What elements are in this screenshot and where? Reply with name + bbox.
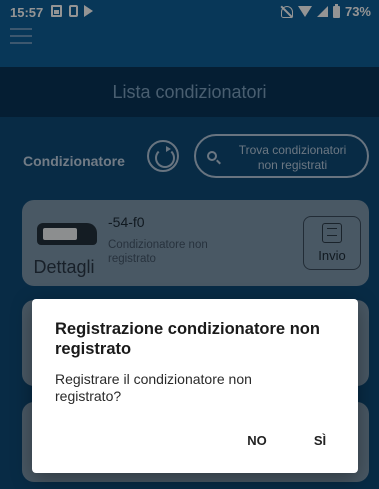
register-dialog: Registrazione condizionatore non registr…: [32, 299, 358, 473]
dialog-title: Registrazione condizionatore non registr…: [55, 320, 320, 358]
dialog-message: Registrare il condizionatore non registr…: [55, 371, 252, 404]
no-button[interactable]: NO: [242, 429, 272, 453]
yes-button[interactable]: SÌ: [308, 429, 332, 453]
